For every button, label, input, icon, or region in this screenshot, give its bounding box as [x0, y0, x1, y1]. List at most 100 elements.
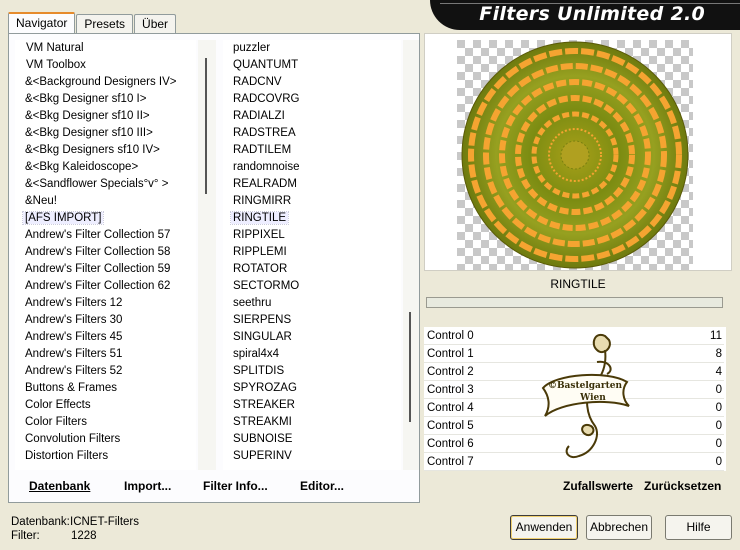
category-item-label: Color Effects: [25, 399, 91, 411]
category-item[interactable]: Andrew's Filter Collection 59: [15, 261, 196, 278]
category-item[interactable]: Andrew's Filter Collection 62: [15, 278, 196, 295]
category-item-label: &Neu!: [25, 195, 57, 207]
category-item[interactable]: Color Effects: [15, 397, 196, 414]
category-item-label: VM Toolbox: [26, 59, 86, 71]
filter-item[interactable]: puzzler: [223, 40, 401, 57]
category-item[interactable]: Buttons & Frames: [15, 380, 196, 397]
filter-item[interactable]: REALRADM: [223, 176, 401, 193]
filter-scroll-thumb[interactable]: [409, 312, 411, 422]
category-item-label: Convolution Filters: [25, 433, 121, 445]
category-item[interactable]: Distortion Filters: [15, 448, 196, 465]
control-value: 0: [715, 456, 722, 468]
filter-item[interactable]: RADCOVRG: [223, 91, 401, 108]
filter-item[interactable]: STREAKMI: [223, 414, 401, 431]
category-item[interactable]: &<Bkg Designers sf10 IV>: [15, 142, 196, 159]
category-list[interactable]: VM Natural VM Toolbox &<Background Designe…: [15, 40, 196, 470]
filter-list[interactable]: puzzler QUANTUMT RADCNV RADCOVRG RADIALZI RAD…: [223, 40, 401, 470]
category-item[interactable]: Andrew's Filters 45: [15, 329, 196, 346]
filter-item-label: RINGTILE: [229, 211, 290, 225]
editor-button[interactable]: Editor...: [300, 479, 344, 493]
category-item[interactable]: &<Bkg Kaleidoscope>: [15, 159, 196, 176]
filter-item-label: RIPPIXEL: [233, 229, 285, 241]
control-label: Control 5: [427, 420, 474, 432]
filter-item-label: RINGMIRR: [233, 195, 292, 207]
filter-item[interactable]: RADIALZI: [223, 108, 401, 125]
filter-item-label: STREAKER: [233, 399, 295, 411]
filter-item-label: RIPPLEMI: [233, 246, 287, 258]
filter-preview-image: [457, 40, 693, 270]
filter-item-label: SUBNOISE: [233, 433, 293, 445]
category-item[interactable]: &<Bkg Designer sf10 III>: [15, 125, 196, 142]
category-item[interactable]: VM Toolbox: [15, 57, 196, 74]
cancel-button[interactable]: Abbrechen: [586, 515, 652, 540]
filter-item[interactable]: QUANTUMT: [223, 57, 401, 74]
filter-item[interactable]: SPLITDIS: [223, 363, 401, 380]
category-item-label: Andrew's Filters 30: [25, 314, 123, 326]
tab-about[interactable]: Über: [134, 14, 177, 34]
category-item-label: &<Bkg Designer sf10 III>: [25, 127, 153, 139]
filter-item[interactable]: SUPERINV: [223, 448, 401, 465]
filter-item[interactable]: RINGTILE: [223, 210, 401, 227]
filter-item[interactable]: seethru: [223, 295, 401, 312]
filter-item[interactable]: STREAKER: [223, 397, 401, 414]
selected-filter-name: RINGTILE: [424, 272, 732, 296]
filter-item[interactable]: RIPPLEMI: [223, 244, 401, 261]
category-item[interactable]: &<Background Designers IV>: [15, 74, 196, 91]
tab-navigator[interactable]: Navigator: [8, 12, 76, 34]
category-item[interactable]: Andrew's Filter Collection 57: [15, 227, 196, 244]
filter-item[interactable]: RINGMIRR: [223, 193, 401, 210]
import-button[interactable]: Import...: [124, 479, 171, 493]
category-item[interactable]: &<Bkg Designer sf10 I>: [15, 91, 196, 108]
filter-item-label: QUANTUMT: [233, 59, 299, 71]
category-item[interactable]: &Neu!: [15, 193, 196, 210]
tab-presets[interactable]: Presets: [76, 14, 134, 34]
filter-info-button[interactable]: Filter Info...: [203, 479, 268, 493]
randomize-button[interactable]: Zufallswerte: [563, 479, 633, 493]
category-scrollbar[interactable]: [198, 40, 216, 470]
filter-item[interactable]: ROTATOR: [223, 261, 401, 278]
category-item[interactable]: [AFS IMPORT]: [15, 210, 196, 227]
filter-item-label: STREAKMI: [233, 416, 292, 428]
filter-item[interactable]: SECTORMO: [223, 278, 401, 295]
control-value: 0: [715, 402, 722, 414]
apply-button[interactable]: Anwenden: [510, 515, 578, 540]
category-item[interactable]: Andrew's Filter Collection 58: [15, 244, 196, 261]
filter-scrollbar[interactable]: [403, 40, 419, 470]
category-item-label: &<Bkg Designers sf10 IV>: [25, 144, 160, 156]
filter-item-label: RADTILEM: [233, 144, 292, 156]
category-item[interactable]: &<Bkg Designer sf10 II>: [15, 108, 196, 125]
help-button[interactable]: Hilfe: [665, 515, 732, 540]
filter-item[interactable]: RADTILEM: [223, 142, 401, 159]
category-scroll-thumb[interactable]: [205, 58, 207, 194]
category-item-label: &<Background Designers IV>: [25, 76, 177, 88]
category-item[interactable]: Color Filters: [15, 414, 196, 431]
reset-button[interactable]: Zurücksetzen: [644, 479, 721, 493]
filter-item-label: puzzler: [233, 42, 271, 54]
filter-item[interactable]: RADSTREA: [223, 125, 401, 142]
tab-bar: Navigator Presets Über: [8, 12, 177, 34]
category-item[interactable]: Andrew's Filters 12: [15, 295, 196, 312]
category-item[interactable]: Convolution Filters: [15, 431, 196, 448]
filter-item[interactable]: spiral4x4: [223, 346, 401, 363]
category-item-label: Distortion Filters: [25, 450, 109, 462]
category-item[interactable]: Andrew's Filters 51: [15, 346, 196, 363]
filter-item-label: SPLITDIS: [233, 365, 285, 377]
category-item[interactable]: Andrew's Filters 52: [15, 363, 196, 380]
filter-item[interactable]: SIERPENS: [223, 312, 401, 329]
category-item-label: &<Bkg Kaleidoscope>: [25, 161, 139, 173]
filter-item-label: SECTORMO: [233, 280, 300, 292]
filter-item[interactable]: RIPPIXEL: [223, 227, 401, 244]
filter-item[interactable]: SINGULAR: [223, 329, 401, 346]
filter-item[interactable]: RADCNV: [223, 74, 401, 91]
filter-item-label: SINGULAR: [233, 331, 292, 343]
filter-item-label: SUPERINV: [233, 450, 292, 462]
control-value: 0: [715, 420, 722, 432]
category-item[interactable]: VM Natural: [15, 40, 196, 57]
category-item[interactable]: Andrew's Filters 30: [15, 312, 196, 329]
filter-item[interactable]: SUBNOISE: [223, 431, 401, 448]
database-button[interactable]: Datenbank: [29, 479, 90, 493]
filter-item-label: SIERPENS: [233, 314, 292, 326]
filter-item[interactable]: randomnoise: [223, 159, 401, 176]
category-item[interactable]: &<Sandflower Specials°v° >: [15, 176, 196, 193]
filter-item[interactable]: SPYROZAG: [223, 380, 401, 397]
